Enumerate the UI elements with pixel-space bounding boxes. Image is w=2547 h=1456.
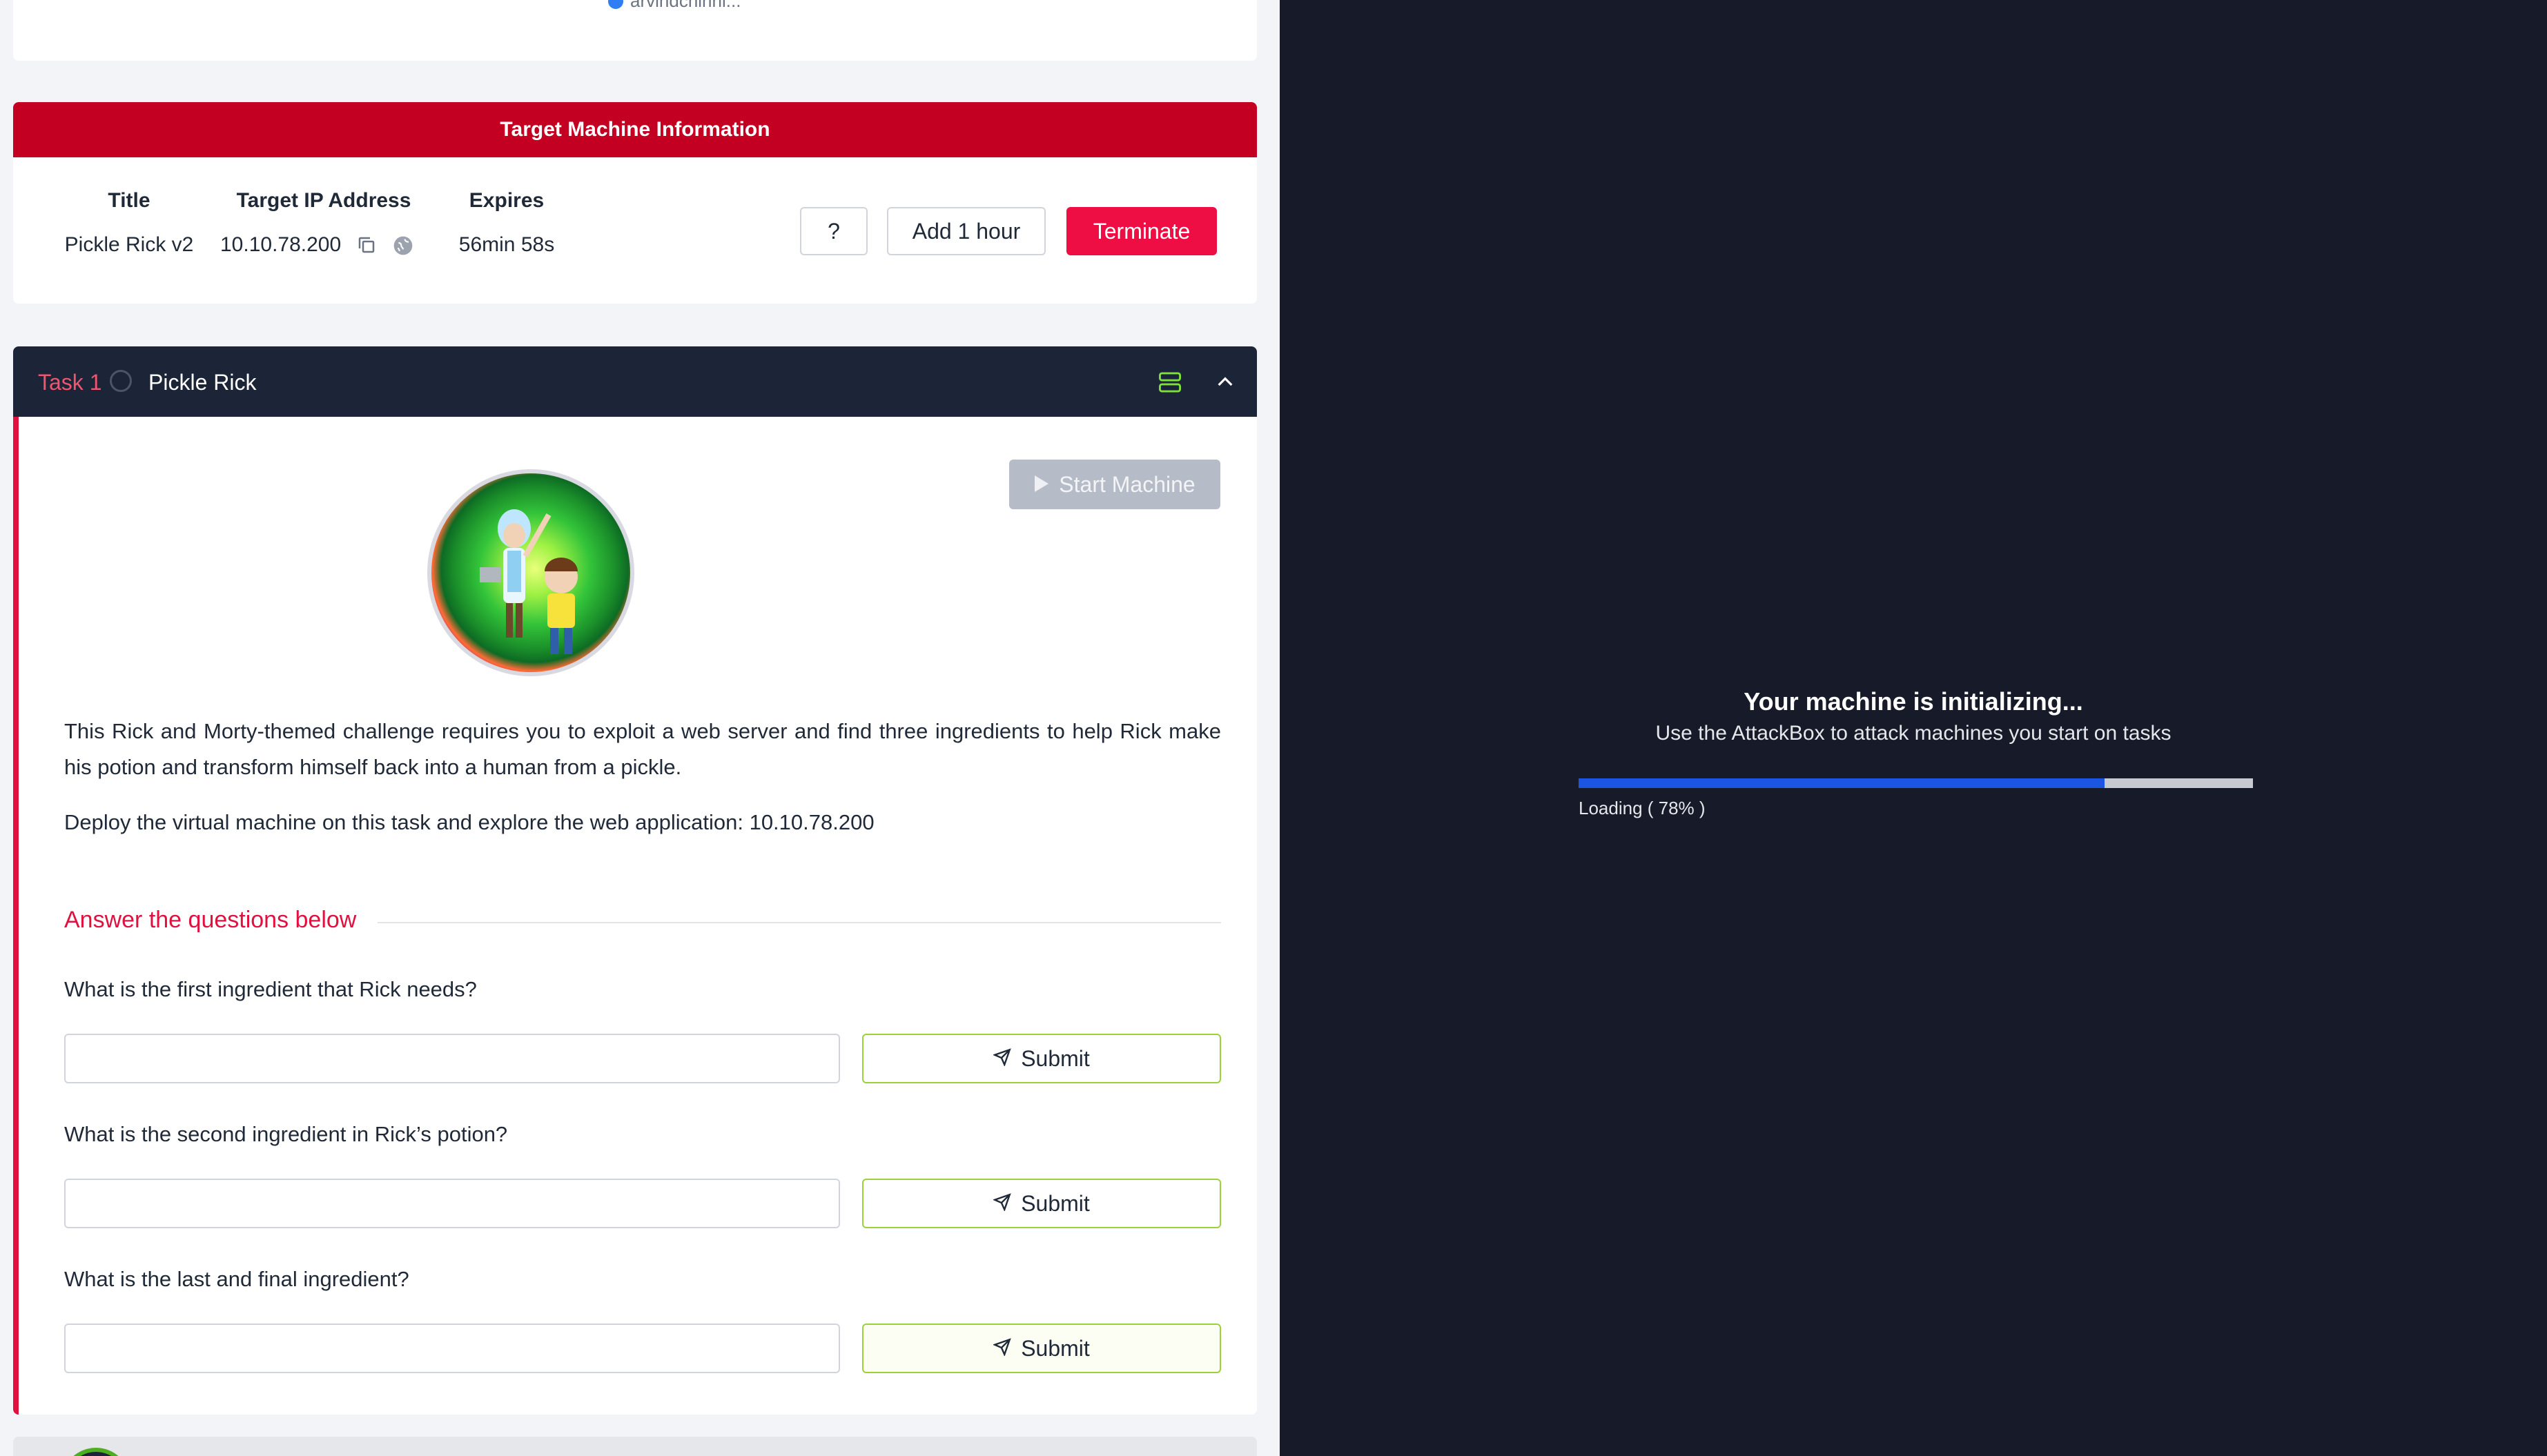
start-machine-button[interactable]: Start Machine <box>1009 460 1220 509</box>
submit-button-1[interactable]: Submit <box>862 1034 1221 1083</box>
answer-input-3[interactable] <box>64 1324 840 1373</box>
play-icon <box>1034 472 1049 498</box>
loading-progress-bar <box>1579 778 2253 788</box>
copy-icon[interactable] <box>356 235 377 255</box>
next-task-card <box>13 1437 1257 1456</box>
submit-button-3[interactable]: Submit <box>862 1324 1221 1373</box>
task-header[interactable]: Task 1 Pickle Rick <box>13 346 1257 417</box>
start-machine-label: Start Machine <box>1059 471 1196 497</box>
question-2-text: What is the second ingredient in Rick’s … <box>64 1122 508 1146</box>
expires-value: 56min 58s <box>458 233 555 256</box>
chevron-up-icon[interactable] <box>1214 371 1236 397</box>
divider <box>378 922 1221 923</box>
author-name: arvindchinni... <box>630 0 741 11</box>
loading-progress-fill <box>1579 778 2105 788</box>
machine-title-label: Title <box>108 189 150 212</box>
avatar <box>61 1448 130 1456</box>
machine-title-value: Pickle Rick v2 <box>64 233 194 256</box>
add-hour-button[interactable]: Add 1 hour <box>887 207 1046 255</box>
answer-input-1[interactable] <box>64 1034 840 1083</box>
attackbox-panel: Your machine is initializing... Use the … <box>1280 0 2547 1456</box>
ip-label: Target IP Address <box>236 189 411 212</box>
send-icon <box>993 1191 1011 1217</box>
expires-label: Expires <box>469 189 545 212</box>
submit-label-1: Submit <box>1021 1045 1090 1071</box>
globe-icon[interactable] <box>392 235 413 255</box>
init-title: Your machine is initializing... <box>1744 687 2083 716</box>
author-avatar-icon <box>608 0 623 9</box>
submit-label-2: Submit <box>1021 1190 1090 1216</box>
ip-column: Target IP Address 10.10.78.200 <box>206 189 441 257</box>
help-button[interactable]: ? <box>800 207 868 255</box>
room-header-card: arvindchinni... <box>13 0 1257 61</box>
author-link[interactable]: arvindchinni... <box>608 0 741 12</box>
server-icon <box>1158 371 1182 397</box>
terminate-button[interactable]: Terminate <box>1066 207 1217 255</box>
question-1-text: What is the first ingredient that Rick n… <box>64 977 477 1001</box>
ip-value: 10.10.78.200 <box>220 233 342 256</box>
room-content: arvindchinni... Target Machine Informati… <box>0 0 1280 1456</box>
send-icon <box>993 1046 1011 1072</box>
init-subtitle: Use the AttackBox to attack machines you… <box>1655 722 2172 745</box>
room-image <box>427 469 634 676</box>
expires-column: Expires 56min 58s <box>441 189 572 257</box>
answer-input-2[interactable] <box>64 1179 840 1228</box>
task-status-icon <box>110 370 132 392</box>
loading-text: Loading ( 78% ) <box>1579 798 1706 818</box>
task-title: Pickle Rick <box>148 370 257 395</box>
task-body: Start Machine This Rick and Morty-themed… <box>13 417 1257 1415</box>
submit-label-3: Submit <box>1021 1335 1090 1361</box>
deploy-instructions: Deploy the virtual machine on this task … <box>64 810 875 834</box>
task-description: This Rick and Morty-themed challenge req… <box>64 719 1221 779</box>
submit-button-2[interactable]: Submit <box>862 1179 1221 1228</box>
question-3-text: What is the last and final ingredient? <box>64 1267 409 1291</box>
answer-heading: Answer the questions below <box>64 907 357 933</box>
target-machine-card: Target Machine Information Title Pickle … <box>13 102 1257 304</box>
task-number: Task 1 <box>38 370 102 395</box>
machine-title-column: Title Pickle Rick v2 <box>53 189 205 257</box>
target-machine-heading: Target Machine Information <box>13 102 1257 157</box>
send-icon <box>993 1336 1011 1361</box>
